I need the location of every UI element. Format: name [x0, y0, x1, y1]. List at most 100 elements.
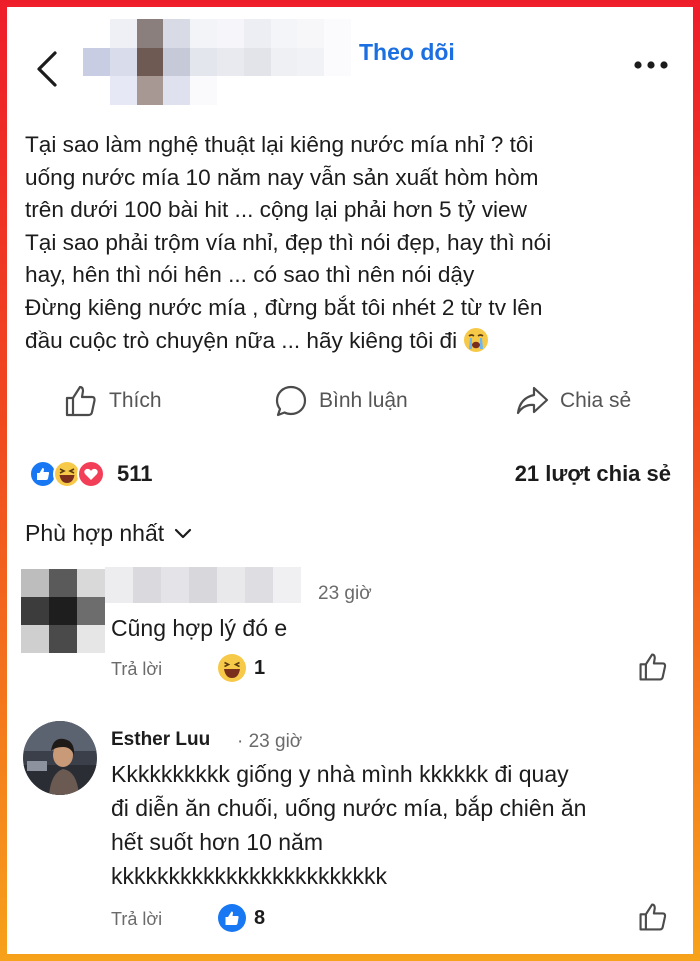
blur-block	[109, 47, 137, 77]
blur-block	[189, 567, 217, 603]
blur-block	[133, 567, 161, 603]
post-line: trên dưới 100 bài hit ... cộng lại phải …	[25, 197, 527, 223]
blur-block	[243, 19, 271, 48]
post-line: hay, hên thì nói hên ... có sao thì nên …	[25, 262, 475, 288]
blur-block	[243, 76, 271, 105]
post-header: Theo dõi	[7, 7, 693, 107]
blur-block	[109, 76, 137, 105]
post-card: Theo dõi Tại sao làm nghệ thuật lại kiên…	[7, 7, 693, 954]
blur-block	[324, 47, 351, 77]
blurred-avatar[interactable]	[21, 569, 105, 653]
blurred-author-name	[83, 19, 351, 105]
more-options-icon[interactable]	[633, 60, 669, 70]
blur-block	[83, 76, 110, 105]
comment-line: Kkkkkkkkkk giống y nhà mình kkkkkk đi qu…	[111, 761, 569, 787]
blur-block	[105, 567, 133, 603]
like-reaction-icon	[29, 460, 57, 488]
blur-block	[136, 76, 164, 105]
share-button[interactable]: Chia sẻ	[514, 383, 631, 419]
comment-line: Cũng hợp lý đó e	[111, 615, 288, 641]
haha-reaction-icon[interactable]	[217, 653, 247, 683]
blur-block	[297, 19, 325, 48]
post-line: Tại sao làm nghệ thuật lại kiêng nước mí…	[25, 132, 534, 157]
thumbs-up-icon[interactable]	[637, 651, 669, 683]
comment-text: Kkkkkkkkkk giống y nhà mình kkkkkk đi qu…	[111, 757, 586, 893]
blur-block	[136, 19, 164, 48]
blur-block	[83, 47, 110, 77]
comment-label: Bình luận	[319, 389, 408, 412]
comment-bubble-icon	[275, 385, 307, 417]
blur-block	[190, 47, 217, 77]
blur-block	[324, 76, 351, 105]
comment-time: 23 giờ	[318, 583, 372, 604]
post-line: Đừng kiêng nước mía , đừng bắt tôi nhét …	[25, 294, 543, 320]
comment-time: · 23 giờ	[237, 731, 303, 752]
blur-block	[49, 625, 77, 653]
thumbs-up-icon	[65, 385, 96, 417]
blur-block	[270, 19, 298, 48]
blur-block	[109, 19, 137, 48]
blur-block	[270, 76, 298, 105]
post-line: Tại sao phải trộm vía nhỉ, đẹp thì nói đ…	[25, 229, 552, 255]
blur-block	[163, 76, 191, 105]
love-reaction-icon	[77, 460, 105, 488]
blur-block	[21, 597, 49, 625]
crying-face-icon	[464, 327, 489, 352]
avatar[interactable]	[23, 721, 97, 795]
blur-block	[216, 19, 244, 48]
blurred-commenter-name[interactable]	[105, 567, 301, 603]
blur-block	[163, 47, 191, 77]
blur-block	[245, 567, 273, 603]
blur-block	[190, 19, 217, 48]
reply-button[interactable]: Trả lời	[111, 909, 162, 930]
comment-text: Cũng hợp lý đó e	[111, 611, 287, 645]
blur-block	[297, 47, 325, 77]
blur-block	[243, 47, 271, 77]
blur-block	[217, 567, 245, 603]
reply-button[interactable]: Trả lời	[111, 659, 162, 680]
comment-line: kkkkkkkkkkkkkkkkkkkkkkkk	[111, 863, 387, 889]
blur-block	[163, 19, 191, 48]
comment-reaction-count: 8	[254, 907, 266, 929]
blur-block	[49, 597, 77, 625]
comment-button[interactable]: Bình luận	[273, 383, 408, 419]
post-line-last: đầu cuộc trò chuyện nữa ... hãy kiêng tô…	[25, 325, 685, 358]
back-arrow-icon[interactable]	[33, 47, 61, 91]
blur-block	[77, 569, 105, 597]
post-actions: Thích Bình luận Chia sẻ	[7, 383, 693, 433]
commenter-name[interactable]: Esther Luu	[111, 729, 210, 751]
blur-block	[190, 76, 217, 105]
like-button[interactable]: Thích	[63, 383, 162, 419]
reaction-icons[interactable]	[29, 459, 119, 489]
blur-block	[49, 569, 77, 597]
follow-button[interactable]: Theo dõi	[359, 39, 455, 66]
blur-block	[324, 19, 351, 48]
like-reaction-icon[interactable]	[217, 903, 247, 933]
blur-block	[136, 47, 164, 77]
haha-reaction-icon	[53, 460, 81, 488]
blur-block	[21, 569, 49, 597]
comment-reaction-count: 1	[254, 657, 266, 679]
blur-block	[216, 76, 244, 105]
comment-line: đi diễn ăn chuối, uống nước mía, bắp chi…	[111, 795, 587, 821]
post-line: đầu cuộc trò chuyện nữa ... hãy kiêng tô…	[25, 327, 458, 353]
share-label: Chia sẻ	[560, 389, 632, 412]
post-line: uống nước mía 10 năm nay vẫn sản xuất hò…	[25, 164, 539, 190]
chevron-down-icon	[175, 528, 192, 538]
blur-block	[21, 625, 49, 653]
blur-block	[83, 19, 110, 48]
blur-block	[273, 567, 301, 603]
blur-block	[297, 76, 325, 105]
blur-block	[216, 47, 244, 77]
thumbs-up-icon[interactable]	[637, 901, 669, 933]
reaction-count[interactable]: 511	[117, 461, 153, 487]
blur-block	[161, 567, 189, 603]
share-arrow-icon	[516, 386, 549, 415]
comment-sort-dropdown[interactable]: Phù hợp nhất	[25, 520, 192, 547]
blur-block	[270, 47, 298, 77]
sort-label: Phù hợp nhất	[25, 520, 165, 546]
post-stats: 511 21 lượt chia sẻ	[7, 457, 693, 497]
shares-count[interactable]: 21 lượt chia sẻ	[515, 461, 671, 487]
comment-line: hết suốt hơn 10 năm	[111, 829, 323, 855]
blur-block	[77, 625, 105, 653]
